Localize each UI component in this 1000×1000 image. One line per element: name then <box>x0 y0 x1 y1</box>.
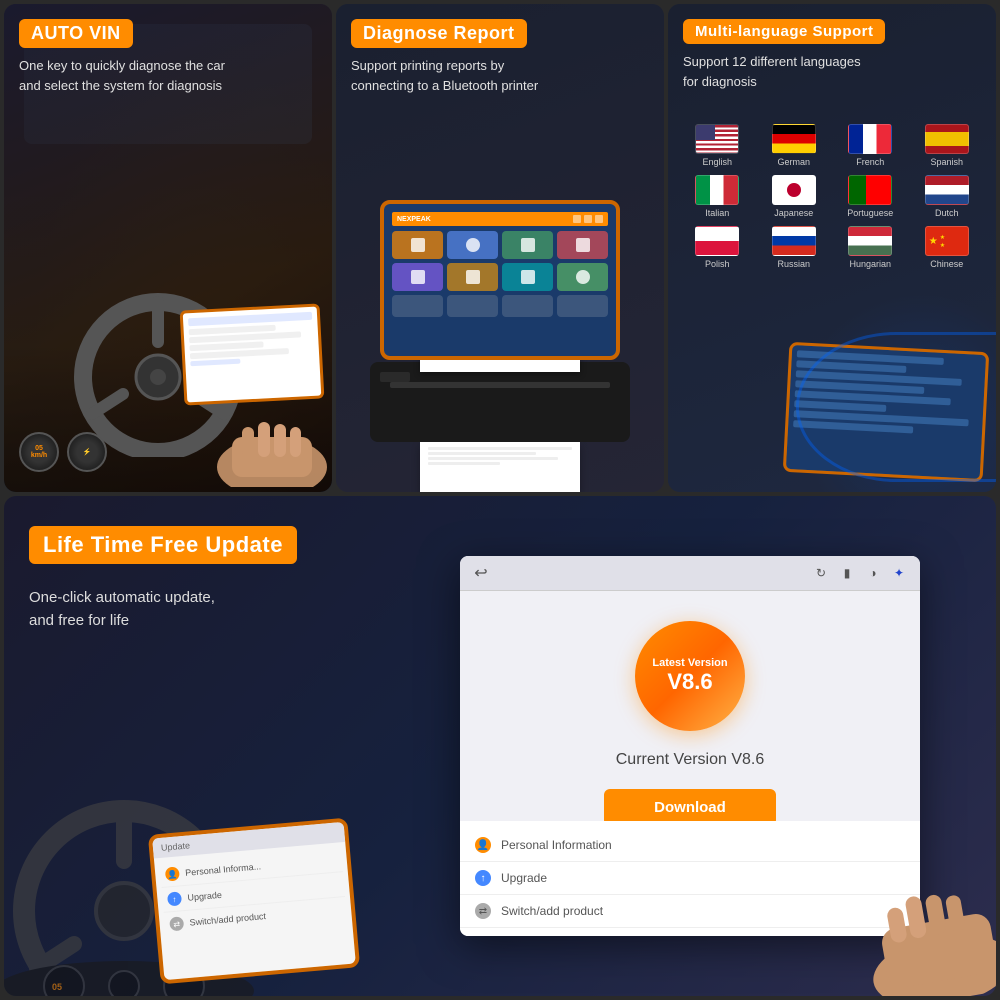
menu-upgrade-label: Upgrade <box>501 871 547 885</box>
refresh-icon: ↻ <box>812 564 830 582</box>
panel-diagnose: NEXPEAK <box>336 4 664 492</box>
flag-dutch: Dutch <box>913 175 982 218</box>
flag-english-label: English <box>702 157 732 167</box>
update-desc: One-click automatic update, and free for… <box>29 587 359 632</box>
main-container: 05km/h ⚡ <box>0 0 1000 1000</box>
menu-personal-label: Personal Information <box>501 838 612 852</box>
bottom-tablet: Update 👤 Personal Informa... ↑ Upgrade ⇄ <box>148 818 360 985</box>
language-flags-grid: English German French Spanish Itali <box>683 124 981 269</box>
current-version: Current Version V8.6 <box>616 751 765 769</box>
lang-header: Multi-language Support Support 12 differ… <box>668 4 996 101</box>
vin-desc: One key to quickly diagnose the car and … <box>19 56 317 95</box>
top-row: 05km/h ⚡ <box>4 4 996 492</box>
printer-scene: NEXPEAK <box>360 200 640 492</box>
flag-dutch-label: Dutch <box>935 208 959 218</box>
flag-spanish-label: Spanish <box>930 157 963 167</box>
brightness-icon: ◑ <box>864 564 882 582</box>
update-left: Life Time Free Update One-click automati… <box>4 496 384 996</box>
vin-badge: AUTO VIN <box>19 19 133 48</box>
panel-multilang: Multi-language Support Support 12 differ… <box>668 4 996 492</box>
update-right: ↩ ↻ ▮ ◑ ✦ Latest Version V8.6 <box>384 496 996 996</box>
flag-german: German <box>760 124 829 167</box>
update-badge: Life Time Free Update <box>29 526 297 564</box>
flag-german-label: German <box>777 157 810 167</box>
version-circle: Latest Version V8.6 <box>635 621 745 731</box>
lang-tablet <box>783 342 990 482</box>
menu-personal: 👤 Personal Information <box>460 829 920 862</box>
flag-english: English <box>683 124 752 167</box>
bluetooth-icon: ✦ <box>890 564 908 582</box>
upgrade-icon: ↑ <box>475 870 491 886</box>
hand-vin <box>212 397 332 492</box>
back-icon: ↩ <box>472 564 490 582</box>
flag-japanese-label: Japanese <box>774 208 813 218</box>
screen-body: Latest Version V8.6 Current Version V8.6… <box>460 591 920 856</box>
flag-japanese: Japanese <box>760 175 829 218</box>
screen-header: ↩ ↻ ▮ ◑ ✦ <box>460 556 920 591</box>
battery-icon: ▮ <box>838 564 856 582</box>
person-icon: 👤 <box>475 837 491 853</box>
version-number: V8.6 <box>667 669 712 695</box>
latest-label: Latest Version <box>652 657 727 669</box>
flag-russian-label: Russian <box>777 259 810 269</box>
flag-polish-label: Polish <box>705 259 730 269</box>
tablet-vin <box>180 303 325 405</box>
flag-russian: Russian <box>760 226 829 269</box>
flag-french: French <box>836 124 905 167</box>
flag-chinese-label: Chinese <box>930 259 963 269</box>
lang-badge: Multi-language Support <box>683 19 885 44</box>
vin-header: AUTO VIN One key to quickly diagnose the… <box>4 4 332 105</box>
menu-switch-label: Switch/add product <box>501 904 603 918</box>
flag-spanish: Spanish <box>913 124 982 167</box>
flag-italian-label: Italian <box>705 208 729 218</box>
dashboard-gauges: 05km/h ⚡ <box>19 432 107 472</box>
lang-desc: Support 12 different languages for diagn… <box>683 52 981 91</box>
svg-text:05: 05 <box>52 982 62 992</box>
flag-portuguese-label: Portuguese <box>847 208 893 218</box>
flag-portuguese: Portuguese <box>836 175 905 218</box>
panel-autovin: 05km/h ⚡ <box>4 4 332 492</box>
flag-chinese: ★ ★ ★ Chinese <box>913 226 982 269</box>
diagnose-header: Diagnose Report Support printing reports… <box>336 4 664 105</box>
flag-hungarian: Hungarian <box>836 226 905 269</box>
switch-icon: ⇄ <box>475 903 491 919</box>
flag-italian: Italian <box>683 175 752 218</box>
flag-hungarian-label: Hungarian <box>849 259 891 269</box>
diagnose-badge: Diagnose Report <box>351 19 527 48</box>
flag-french-label: French <box>856 157 884 167</box>
diagnose-desc: Support printing reports by connecting t… <box>351 56 649 95</box>
flag-polish: Polish <box>683 226 752 269</box>
screen-header-icons: ↻ ▮ ◑ ✦ <box>812 564 908 582</box>
panel-update: Life Time Free Update One-click automati… <box>4 496 996 996</box>
